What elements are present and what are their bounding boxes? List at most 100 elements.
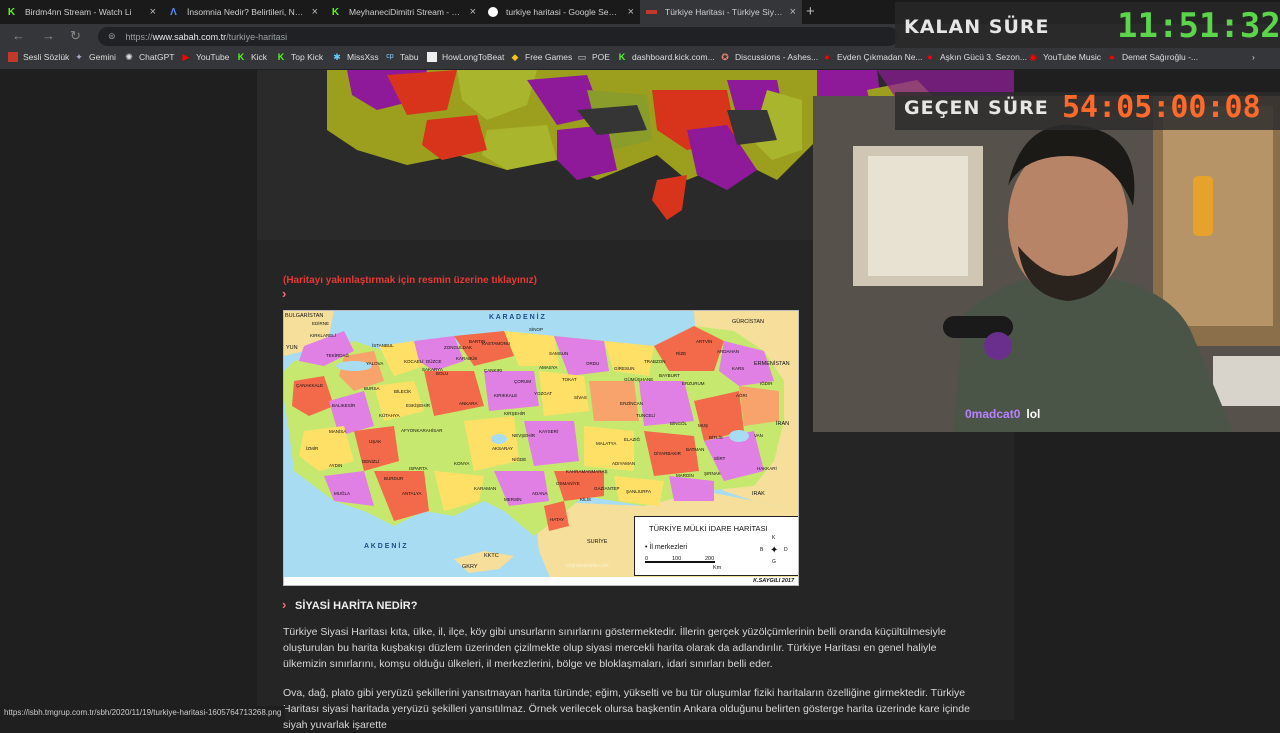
map-city-label: SİVAS bbox=[574, 395, 587, 400]
map-city-label: KAYSERİ bbox=[539, 429, 559, 434]
bookmark-label: Kick bbox=[251, 52, 268, 62]
compass-label: B bbox=[760, 547, 764, 553]
hltb-icon bbox=[427, 52, 437, 62]
bookmark-sesli-sozluk[interactable]: Sesli Sözlük bbox=[8, 52, 69, 62]
back-icon[interactable]: ← bbox=[12, 28, 25, 43]
map-city-label: SİİRT bbox=[714, 456, 726, 461]
tab-birdm4nn[interactable]: K Birdm4nn Stream - Watch Li × bbox=[0, 0, 162, 24]
bookmark-label: ChatGPT bbox=[139, 52, 175, 62]
bookmark-top-kick[interactable]: K Top Kick bbox=[276, 52, 323, 62]
map-city-label: BURDUR bbox=[384, 476, 404, 481]
bookmarks-overflow-chevron-icon[interactable]: › bbox=[1252, 52, 1255, 62]
flag-icon bbox=[8, 52, 18, 62]
tab-google-search[interactable]: turkiye haritasi - Google Search × bbox=[482, 0, 640, 24]
map-city-label: ŞANLIURFA bbox=[626, 489, 652, 494]
map-city-label: MANİSA bbox=[329, 429, 347, 434]
map-city-label: BİTLİS bbox=[709, 435, 723, 440]
map-city-label: BALIKESİR bbox=[332, 403, 356, 408]
close-icon[interactable]: × bbox=[790, 6, 796, 18]
map-city-label: KARABÜK bbox=[456, 356, 478, 361]
tab-title: Türkiye Haritası - Türkiye Siyasi H bbox=[665, 7, 784, 17]
map-neighbor-label: BULGARİSTAN bbox=[285, 313, 324, 319]
map-neighbor-label: GÜRCİSTAN bbox=[732, 319, 764, 325]
compass-rose-icon: K B D G ✦ bbox=[760, 535, 788, 565]
bookmark-missxss[interactable]: ✱ MissXss bbox=[332, 52, 378, 62]
bookmark-label: POE bbox=[592, 52, 610, 62]
map-city-label: AYDIN bbox=[329, 463, 343, 468]
map-city-label: MERSİN bbox=[504, 497, 522, 502]
map-neighbor-label: İRAN bbox=[776, 421, 790, 427]
close-icon[interactable]: × bbox=[628, 6, 634, 18]
bookmark-dashboard-kick[interactable]: Kdashboard.kick.com... bbox=[617, 52, 715, 62]
map-neighbor-label: KKTC bbox=[484, 553, 499, 559]
tab-meyhanecidimitri[interactable]: K MeyhaneciDimitri Stream - Watch × bbox=[324, 0, 482, 24]
bookmark-label: Top Kick bbox=[291, 52, 324, 62]
close-icon[interactable]: × bbox=[150, 6, 156, 18]
url-host: www.sabah.com.tr bbox=[152, 31, 227, 42]
map-city-label: ESKİŞEHİR bbox=[406, 403, 431, 408]
ytmusic-icon: ◉ bbox=[1029, 52, 1037, 62]
article-paragraph: Ova, dağ, plato gibi yeryüzü şekillerini… bbox=[283, 687, 970, 731]
reload-icon[interactable]: ↻ bbox=[70, 28, 81, 44]
url-input[interactable]: ⊜ https://www.sabah.com.tr/turkiye-harit… bbox=[98, 27, 898, 46]
map-city-label: ERZİNCAN bbox=[620, 401, 644, 406]
tab-insomnia[interactable]: Λ İnsomnia Nedir? Belirtileri, Neden × bbox=[162, 0, 324, 24]
zoom-hint: (Haritayı yakınlaştırmak için resmin üze… bbox=[283, 275, 537, 286]
map-city-label: ANKARA bbox=[459, 401, 478, 406]
map-city-label: KÜTAHYA bbox=[379, 413, 400, 418]
map-city-label: HATAY bbox=[550, 517, 565, 522]
site-info-icon[interactable]: ⊜ bbox=[108, 31, 116, 42]
turkey-political-map[interactable]: K A R A D E N İ Z A K D E N İ Z BULGARİS… bbox=[283, 310, 799, 586]
forward-icon[interactable]: → bbox=[42, 28, 55, 43]
map-city-label: ERZURUM bbox=[682, 381, 705, 386]
bookmark-youtube-music[interactable]: ◉ YouTube Music bbox=[1028, 52, 1101, 62]
map-city-label: AMASYA bbox=[539, 365, 558, 370]
map-city-label: ZONGULDAK bbox=[444, 345, 473, 350]
map-city-label: ŞIRNAK bbox=[704, 471, 721, 476]
bookmark-gemini[interactable]: ✦ Gemini bbox=[74, 52, 116, 62]
close-icon[interactable]: × bbox=[470, 6, 476, 18]
bookmark-evden-cikmadan[interactable]: ● Evden Çıkmadan Ne... bbox=[822, 52, 922, 62]
tab-turkiye-haritasi[interactable]: Türkiye Haritası - Türkiye Siyasi H × bbox=[640, 0, 802, 24]
url-path: /turkiye-haritasi bbox=[226, 31, 288, 42]
map-city-label: ÇORUM bbox=[514, 379, 531, 384]
map-city-label: AFYONKARAHİSAR bbox=[401, 428, 443, 433]
map-city-label: KARS bbox=[732, 366, 745, 371]
bookmark-howlongtobeat[interactable]: HowLongToBeat bbox=[427, 52, 504, 62]
map-city-label: HAKKARİ bbox=[757, 466, 777, 471]
bookmark-discussions-ashes[interactable]: ✪ Discussions - Ashes... bbox=[720, 52, 818, 62]
cp-icon: cp bbox=[386, 53, 394, 60]
map-city-label: KONYA bbox=[454, 461, 470, 466]
youtube-icon: ▶ bbox=[182, 52, 190, 62]
scale-unit: Km bbox=[713, 565, 722, 571]
map-city-label: GAZİANTEP bbox=[594, 486, 620, 491]
map-city-label: ISPARTA bbox=[409, 466, 428, 471]
map-city-label: MUŞ bbox=[698, 423, 708, 428]
youtube-icon: ● bbox=[1109, 52, 1115, 62]
map-city-label: KARAMAN bbox=[474, 486, 497, 491]
map-city-label: AĞRI bbox=[736, 393, 748, 398]
bookmark-youtube[interactable]: ▶ YouTube bbox=[181, 52, 230, 62]
bookmark-free-games[interactable]: ◆ Free Games bbox=[510, 52, 573, 62]
city-center-dot-icon: • bbox=[645, 544, 648, 551]
bookmark-kick[interactable]: K Kick bbox=[236, 52, 267, 62]
bookmark-label: YouTube bbox=[196, 52, 230, 62]
map-neighbor-label: IRAK bbox=[752, 491, 765, 497]
map-city-label: BOLU bbox=[436, 371, 449, 376]
map-neighbor-label: SURİYE bbox=[587, 539, 608, 545]
a-icon: Λ bbox=[170, 6, 177, 18]
kick-icon: K bbox=[237, 52, 245, 62]
new-tab-button[interactable]: + bbox=[806, 3, 815, 20]
map-city-label: ORDU bbox=[586, 361, 600, 366]
bookmark-demet-sagiroglu[interactable]: ● Demet Sağıroğlu -... bbox=[1107, 52, 1198, 62]
close-icon[interactable]: × bbox=[312, 6, 318, 18]
map-city-label: UŞAK bbox=[369, 439, 382, 444]
map-city-label: SİNOP bbox=[529, 327, 544, 332]
bookmark-label: Free Games bbox=[525, 52, 573, 62]
map-city-label: KİLİS bbox=[580, 497, 592, 502]
bookmark-poe[interactable]: ▭ POE bbox=[577, 52, 610, 62]
map-city-label: OSMANİYE bbox=[556, 481, 580, 486]
bookmark-tabu[interactable]: cp Tabu bbox=[385, 52, 418, 62]
bookmark-chatgpt[interactable]: ✺ ChatGPT bbox=[124, 52, 174, 62]
bookmark-askin-gucu[interactable]: ● Aşkın Gücü 3. Sezon... bbox=[925, 52, 1027, 62]
